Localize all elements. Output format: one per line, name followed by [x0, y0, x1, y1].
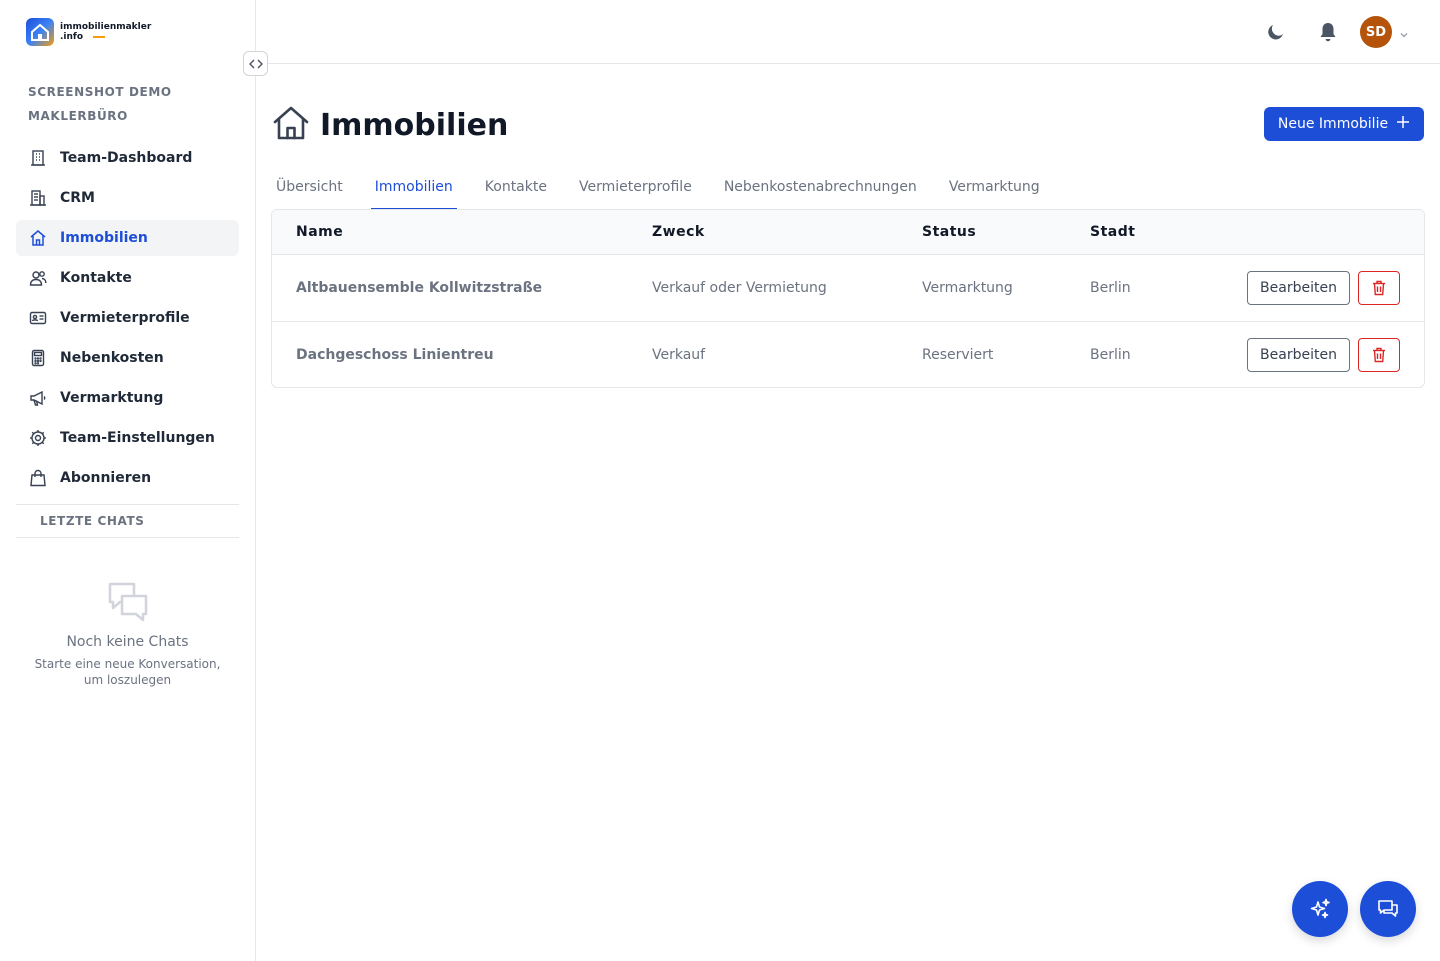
sidebar-collapse-button[interactable]	[243, 51, 268, 76]
sidebar-item-label: Team-Dashboard	[60, 150, 193, 166]
table-header: Name Zweck Status Stadt	[272, 210, 1424, 254]
trash-icon	[1373, 347, 1385, 363]
sidebar-item-immobilien[interactable]: Immobilien	[16, 220, 239, 256]
brand-name-line2: .info	[60, 32, 84, 42]
tab-kontakte[interactable]: Kontakte	[481, 166, 551, 210]
column-header-status[interactable]: Status	[922, 210, 976, 254]
sidebar: immobilienmakler .info SCREENSHOT DEMO M…	[0, 0, 256, 961]
column-header-zweck[interactable]: Zweck	[652, 210, 705, 254]
moon-icon[interactable]	[1266, 22, 1286, 46]
no-chats-subtitle: Starte eine neue Konversation, um loszul…	[34, 657, 221, 687]
sidebar-item-team-einstellungen[interactable]: Team-Einstellungen	[16, 420, 239, 456]
sidebar-item-label: Immobilien	[60, 230, 148, 246]
no-chats-title: Noch keine Chats	[66, 634, 189, 650]
no-chats-empty-state: Noch keine Chats Starte eine neue Konver…	[16, 580, 239, 688]
organization-name: SCREENSHOT DEMO MAKLERBÜRO	[28, 85, 172, 123]
table-row[interactable]: Altbauensemble Kollwitzstraße Verkauf od…	[272, 254, 1424, 321]
house-logo-icon	[26, 18, 54, 46]
brand-underline	[93, 35, 106, 38]
sidebar-item-vermieterprofile[interactable]: Vermieterprofile	[16, 300, 239, 336]
office-building-icon	[28, 188, 48, 208]
property-status: Reserviert	[922, 347, 994, 363]
sidebar-item-crm[interactable]: CRM	[16, 180, 239, 216]
sidebar-item-label: Kontakte	[60, 270, 132, 286]
column-header-name[interactable]: Name	[296, 210, 343, 254]
property-city: Berlin	[1090, 280, 1131, 296]
building-icon	[28, 148, 48, 168]
new-property-label: Neue Immobilie	[1277, 116, 1389, 132]
gear-icon	[28, 428, 48, 448]
chevron-down-icon[interactable]	[1398, 26, 1410, 45]
tab-uebersicht[interactable]: Übersicht	[272, 166, 347, 210]
sidebar-item-label: CRM	[60, 190, 95, 206]
sidebar-item-team-dashboard[interactable]: Team-Dashboard	[16, 140, 239, 176]
sidebar-item-label: Abonnieren	[60, 470, 152, 486]
page-header: Immobilien	[272, 104, 508, 146]
ai-assistant-button[interactable]	[1292, 881, 1348, 937]
plus-icon	[1396, 115, 1410, 133]
tab-vermarktung[interactable]: Vermarktung	[945, 166, 1044, 210]
home-icon	[272, 104, 310, 146]
tab-bar: Übersicht Immobilien Kontakte Vermieterp…	[272, 166, 1068, 210]
sidebar-item-label: Vermarktung	[60, 390, 164, 406]
trash-icon	[1373, 280, 1385, 296]
sparkles-icon	[1310, 898, 1330, 919]
sidebar-nav: Team-Dashboard CRM Immobilien Kontakte V…	[16, 140, 239, 500]
chat-bubbles-icon	[108, 582, 147, 622]
top-bar: SD	[256, 0, 1440, 64]
edit-button[interactable]: Bearbeiten	[1247, 338, 1350, 372]
chat-button[interactable]	[1360, 881, 1416, 937]
sidebar-item-label: Nebenkosten	[60, 350, 164, 366]
property-city: Berlin	[1090, 347, 1131, 363]
recent-chats-header: LETZTE CHATS	[16, 504, 239, 538]
sidebar-item-vermarktung[interactable]: Vermarktung	[16, 380, 239, 416]
edit-button[interactable]: Bearbeiten	[1247, 271, 1350, 305]
properties-table: Name Zweck Status Stadt Altbauensemble K…	[271, 209, 1425, 388]
tab-vermieterprofile[interactable]: Vermieterprofile	[575, 166, 696, 210]
property-purpose: Verkauf oder Vermietung	[652, 280, 827, 296]
brand-name-line1: immobilienmakler	[60, 22, 152, 32]
new-property-button[interactable]: Neue Immobilie	[1264, 107, 1424, 141]
property-name[interactable]: Dachgeschoss Linientreu	[296, 322, 494, 387]
property-status: Vermarktung	[922, 280, 1013, 296]
chat-bubbles-icon	[1378, 900, 1398, 917]
sidebar-item-kontakte[interactable]: Kontakte	[16, 260, 239, 296]
table-row[interactable]: Dachgeschoss Linientreu Verkauf Reservie…	[272, 321, 1424, 387]
code-chevrons-icon	[248, 59, 263, 68]
tab-immobilien[interactable]: Immobilien	[370, 166, 457, 210]
property-purpose: Verkauf	[652, 347, 706, 363]
sidebar-item-label: Team-Einstellungen	[60, 430, 215, 446]
tab-nebenkostenabrechnungen[interactable]: Nebenkostenabrechnungen	[720, 166, 921, 210]
sidebar-item-label: Vermieterprofile	[60, 310, 190, 326]
sidebar-item-nebenkosten[interactable]: Nebenkosten	[16, 340, 239, 376]
property-name[interactable]: Altbauensemble Kollwitzstraße	[296, 255, 542, 321]
bell-icon[interactable]	[1318, 21, 1338, 47]
column-header-stadt[interactable]: Stadt	[1090, 210, 1135, 254]
shopping-bag-icon	[28, 468, 48, 488]
sidebar-item-abonnieren[interactable]: Abonnieren	[16, 460, 239, 496]
delete-button[interactable]	[1358, 338, 1400, 372]
brand-logo[interactable]: immobilienmakler .info	[26, 18, 151, 46]
users-icon	[28, 268, 48, 288]
home-icon	[28, 228, 48, 248]
id-card-icon	[28, 308, 48, 328]
delete-button[interactable]	[1358, 271, 1400, 305]
page-title: Immobilien	[320, 107, 509, 143]
megaphone-icon	[28, 388, 48, 408]
calculator-icon	[28, 348, 48, 368]
user-avatar[interactable]: SD	[1360, 16, 1392, 48]
